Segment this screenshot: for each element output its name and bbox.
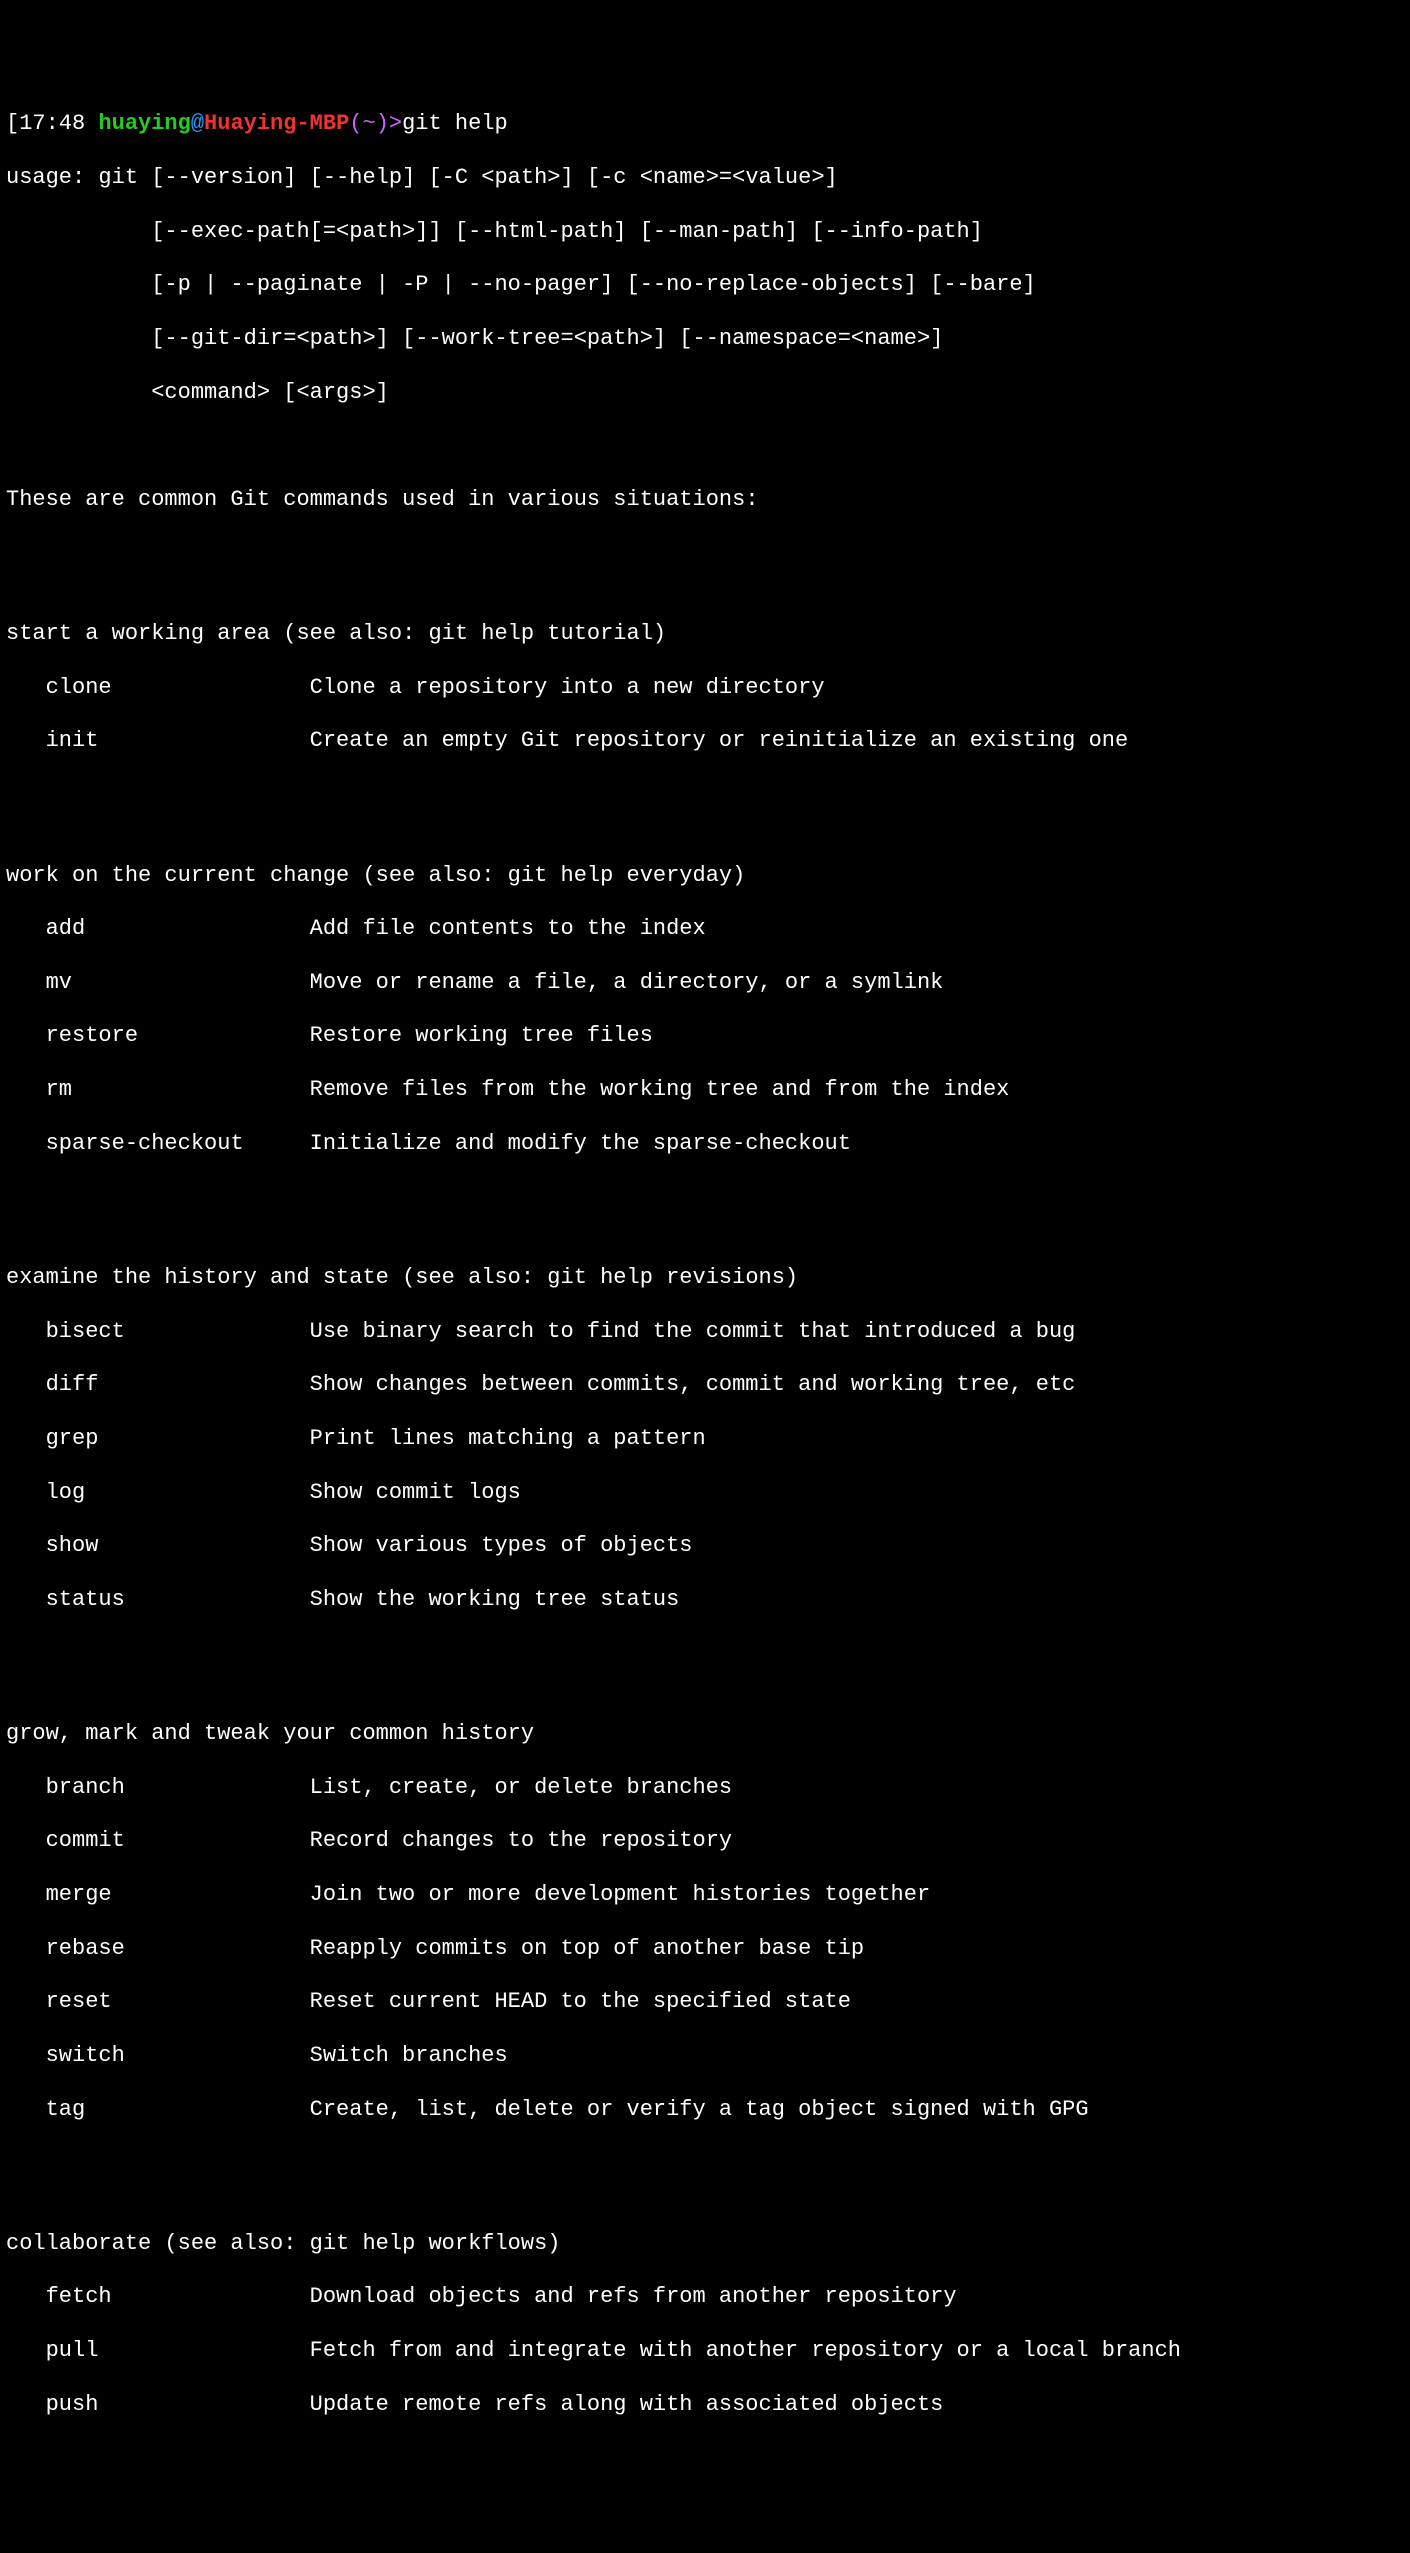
command-row: pushUpdate remote refs along with associ…	[6, 2392, 1404, 2419]
command-desc: Switch branches	[310, 2043, 508, 2068]
command-desc: Create, list, delete or verify a tag obj…	[310, 2097, 1089, 2122]
command-desc: Show the working tree status	[310, 1587, 680, 1612]
command-name: commit	[46, 1828, 310, 1855]
command-row: pullFetch from and integrate with anothe…	[6, 2338, 1404, 2365]
command-row: switchSwitch branches	[6, 2043, 1404, 2070]
command-desc: Show changes between commits, commit and…	[310, 1372, 1076, 1397]
section-title: start a working area (see also: git help…	[6, 621, 1404, 648]
command-name: diff	[46, 1372, 310, 1399]
command-row: resetReset current HEAD to the specified…	[6, 1989, 1404, 2016]
command-row: sparse-checkoutInitialize and modify the…	[6, 1131, 1404, 1158]
prompt-arrow-icon: >	[389, 111, 402, 136]
command-name: tag	[46, 2097, 310, 2124]
prompt-line[interactable]: [17:48 huaying@Huaying-MBP(~)>git help	[6, 111, 1404, 138]
blank-line	[6, 2150, 1404, 2177]
command-row: branchList, create, or delete branches	[6, 1775, 1404, 1802]
command-name: mv	[46, 970, 310, 997]
command-name: add	[46, 916, 310, 943]
command-desc: Reapply commits on top of another base t…	[310, 1936, 865, 1961]
command-desc: Download objects and refs from another r…	[310, 2284, 957, 2309]
command-name: push	[46, 2392, 310, 2419]
command-row: rebaseReapply commits on top of another …	[6, 1936, 1404, 1963]
command-desc: Create an empty Git repository or reinit…	[310, 728, 1129, 753]
blank-line	[6, 1184, 1404, 1211]
command-row: mergeJoin two or more development histor…	[6, 1882, 1404, 1909]
section-title: examine the history and state (see also:…	[6, 1265, 1404, 1292]
command-name: restore	[46, 1023, 310, 1050]
command-row: bisectUse binary search to find the comm…	[6, 1319, 1404, 1346]
command-row: statusShow the working tree status	[6, 1587, 1404, 1614]
command-desc: Join two or more development histories t…	[310, 1882, 931, 1907]
command-name: merge	[46, 1882, 310, 1909]
command-desc: Fetch from and integrate with another re…	[310, 2338, 1181, 2363]
command-row: diffShow changes between commits, commit…	[6, 1372, 1404, 1399]
blank-line	[6, 541, 1404, 568]
command-name: clone	[46, 675, 310, 702]
command-desc: Restore working tree files	[310, 1023, 653, 1048]
blank-line	[6, 1641, 1404, 1668]
command-desc: Show various types of objects	[310, 1533, 693, 1558]
command-desc: Remove files from the working tree and f…	[310, 1077, 1010, 1102]
command-desc: Update remote refs along with associated…	[310, 2392, 944, 2417]
command-row: initCreate an empty Git repository or re…	[6, 728, 1404, 755]
command-name: log	[46, 1480, 310, 1507]
command-row: grepPrint lines matching a pattern	[6, 1426, 1404, 1453]
intro-text: These are common Git commands used in va…	[6, 487, 1404, 514]
command-row: commitRecord changes to the repository	[6, 1828, 1404, 1855]
command-name: switch	[46, 2043, 310, 2070]
command-row: logShow commit logs	[6, 1480, 1404, 1507]
command-name: branch	[46, 1775, 310, 1802]
command-row: cloneClone a repository into a new direc…	[6, 675, 1404, 702]
command-desc: Add file contents to the index	[310, 916, 706, 941]
command-name: status	[46, 1587, 310, 1614]
command-name: init	[46, 728, 310, 755]
typed-command: git help	[402, 111, 508, 136]
command-name: rm	[46, 1077, 310, 1104]
command-name: fetch	[46, 2284, 310, 2311]
command-desc: Initialize and modify the sparse-checkou…	[310, 1131, 851, 1156]
command-row: mvMove or rename a file, a directory, or…	[6, 970, 1404, 997]
command-name: sparse-checkout	[46, 1131, 310, 1158]
prompt-path-close: )	[376, 111, 389, 136]
section-title: grow, mark and tweak your common history	[6, 1721, 1404, 1748]
blank-line	[6, 782, 1404, 809]
blank-line	[6, 433, 1404, 460]
usage-line: <command> [<args>]	[6, 380, 1404, 407]
command-name: pull	[46, 2338, 310, 2365]
command-desc: Use binary search to find the commit tha…	[310, 1319, 1076, 1344]
prompt-path: ~	[362, 111, 375, 136]
command-row: restoreRestore working tree files	[6, 1023, 1404, 1050]
command-desc: Record changes to the repository	[310, 1828, 732, 1853]
command-name: rebase	[46, 1936, 310, 1963]
usage-line: [-p | --paginate | -P | --no-pager] [--n…	[6, 272, 1404, 299]
command-row: tagCreate, list, delete or verify a tag …	[6, 2097, 1404, 2124]
prompt-host: Huaying-MBP	[204, 111, 349, 136]
command-desc: Clone a repository into a new directory	[310, 675, 825, 700]
command-row: showShow various types of objects	[6, 1533, 1404, 1560]
command-row: fetchDownload objects and refs from anot…	[6, 2284, 1404, 2311]
command-row: rmRemove files from the working tree and…	[6, 1077, 1404, 1104]
command-name: bisect	[46, 1319, 310, 1346]
usage-line: usage: git [--version] [--help] [-C <pat…	[6, 165, 1404, 192]
section-title: collaborate (see also: git help workflow…	[6, 2231, 1404, 2258]
command-name: grep	[46, 1426, 310, 1453]
usage-line: [--exec-path[=<path>]] [--html-path] [--…	[6, 219, 1404, 246]
command-row: addAdd file contents to the index	[6, 916, 1404, 943]
prompt-time: 17:48	[19, 111, 85, 136]
prompt-user: huaying	[98, 111, 190, 136]
prompt-bracket-open: [	[6, 111, 19, 136]
prompt-at: @	[191, 111, 204, 136]
prompt-path-open: (	[349, 111, 362, 136]
command-name: reset	[46, 1989, 310, 2016]
section-title: work on the current change (see also: gi…	[6, 863, 1404, 890]
command-desc: List, create, or delete branches	[310, 1775, 732, 1800]
command-name: show	[46, 1533, 310, 1560]
command-desc: Show commit logs	[310, 1480, 521, 1505]
usage-line: [--git-dir=<path>] [--work-tree=<path>] …	[6, 326, 1404, 353]
command-desc: Move or rename a file, a directory, or a…	[310, 970, 944, 995]
command-desc: Print lines matching a pattern	[310, 1426, 706, 1451]
command-desc: Reset current HEAD to the specified stat…	[310, 1989, 851, 2014]
